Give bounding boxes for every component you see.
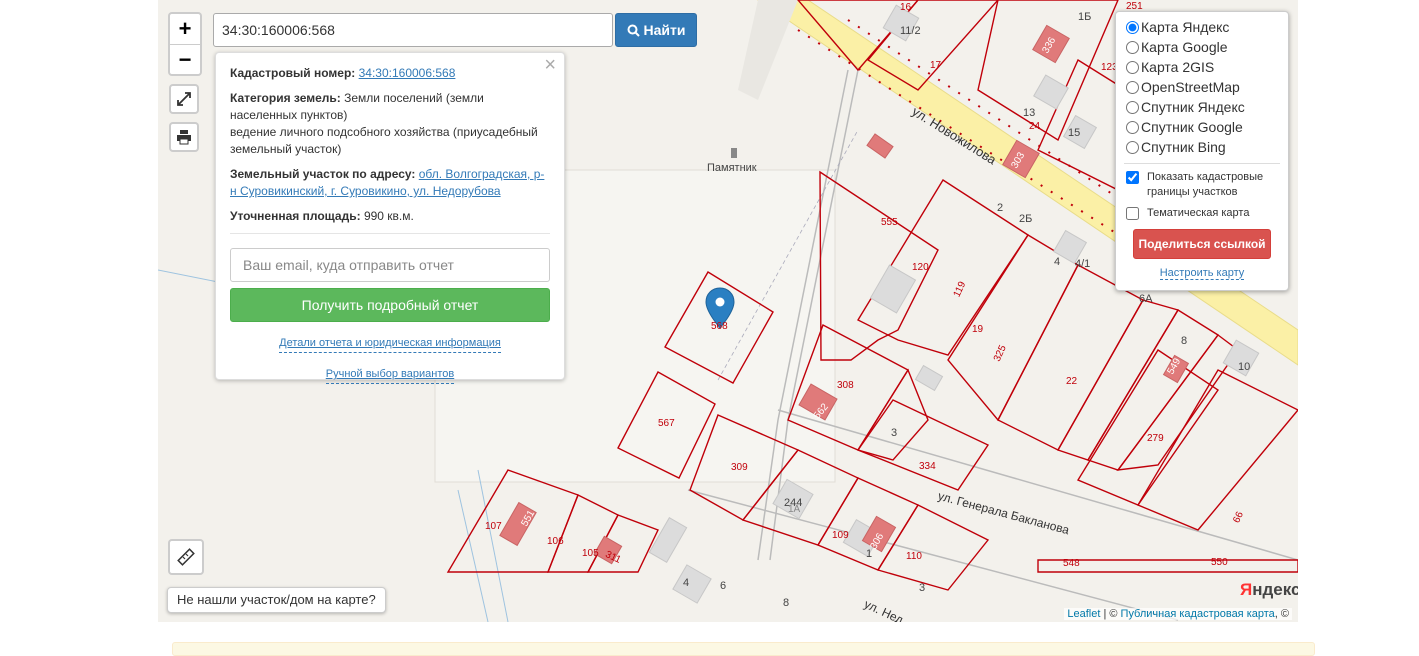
- not-found-button[interactable]: Не нашли участок/дом на карте?: [167, 587, 386, 613]
- report-details-link[interactable]: Детали отчета и юридическая информация: [279, 335, 501, 353]
- zoom-out-button[interactable]: −: [170, 45, 200, 75]
- layer-radio[interactable]: [1126, 20, 1139, 34]
- area-row: Уточненная площадь: 990 кв.м.: [230, 208, 550, 225]
- layer-option-label: OpenStreetMap: [1141, 79, 1240, 95]
- leaflet-link[interactable]: Leaflet: [1067, 608, 1100, 620]
- email-field[interactable]: [230, 248, 550, 282]
- layer-radio[interactable]: [1126, 140, 1139, 154]
- search-icon: [627, 24, 640, 37]
- layer-option[interactable]: Спутник Google: [1124, 117, 1280, 137]
- parcel-info-panel: × Кадастровый номер: 34:30:160006:568 Ка…: [215, 52, 565, 384]
- layer-option-label: Карта Google: [1141, 39, 1228, 55]
- thematic-map-label: Тематическая карта: [1147, 207, 1250, 219]
- layer-option-label: Карта Яндекс: [1141, 19, 1230, 35]
- close-icon[interactable]: ×: [544, 55, 556, 75]
- print-button[interactable]: [169, 122, 199, 152]
- cadastral-number-row: Кадастровый номер: 34:30:160006:568: [230, 65, 550, 82]
- configure-map-link[interactable]: Настроить карту: [1124, 267, 1280, 280]
- address-label: Земельный участок по адресу:: [230, 167, 416, 181]
- search-button-label: Найти: [643, 22, 686, 38]
- attribution-separator: | ©: [1100, 608, 1121, 620]
- measure-button[interactable]: [168, 539, 204, 575]
- layer-option[interactable]: Карта 2GIS: [1124, 57, 1280, 77]
- expand-icon: [177, 92, 191, 106]
- layer-radio[interactable]: [1126, 80, 1139, 94]
- cadastral-number-label: Кадастровый номер:: [230, 66, 356, 80]
- share-link-button[interactable]: Поделиться ссылкой: [1133, 229, 1271, 259]
- notice-strip: [172, 642, 1315, 656]
- layer-option[interactable]: Карта Яндекс: [1124, 17, 1280, 37]
- search-button[interactable]: Найти: [615, 13, 697, 47]
- ruler-icon: [177, 548, 195, 566]
- attribution-tail: , ©: [1274, 608, 1289, 620]
- cadastral-number-link[interactable]: 34:30:160006:568: [359, 66, 456, 80]
- layer-option-label: Спутник Bing: [1141, 139, 1226, 155]
- search-input[interactable]: [213, 13, 613, 47]
- area-label: Уточненная площадь:: [230, 209, 361, 223]
- zoom-control: + −: [168, 12, 202, 76]
- land-usage-value: ведение личного подсобного хозяйства (пр…: [230, 125, 538, 156]
- layer-radio[interactable]: [1126, 40, 1139, 54]
- pkk-link[interactable]: Публичная кадастровая карта: [1121, 608, 1275, 620]
- layer-option-label: Спутник Google: [1141, 119, 1243, 135]
- fullscreen-button[interactable]: [169, 84, 199, 114]
- map-view[interactable]: ул. Новожилова ул. Генерала Бакланова ул…: [158, 0, 1298, 622]
- yandex-logo-first: Я: [1240, 580, 1253, 599]
- layer-radio[interactable]: [1126, 100, 1139, 114]
- land-category-row: Категория земель: Земли поселений (земли…: [230, 90, 550, 158]
- configure-map-label: Настроить карту: [1159, 267, 1245, 280]
- layer-option[interactable]: Спутник Яндекс: [1124, 97, 1280, 117]
- area-value: 990 кв.м.: [363, 209, 414, 223]
- yandex-logo: Яндекс: [1240, 580, 1298, 600]
- divider: [1124, 163, 1280, 164]
- layer-radio[interactable]: [1126, 60, 1139, 74]
- attribution: Leaflet | © Публичная кадастровая карта,…: [1064, 608, 1292, 620]
- show-borders-toggle[interactable]: Показать кадастровые границы участков: [1124, 170, 1280, 200]
- manual-select-link[interactable]: Ручной выбор вариантов: [325, 366, 455, 384]
- yandex-logo-rest: ндекс: [1252, 580, 1298, 599]
- layer-radio[interactable]: [1126, 120, 1139, 134]
- layer-option[interactable]: OpenStreetMap: [1124, 77, 1280, 97]
- thematic-map-toggle[interactable]: Тематическая карта: [1124, 206, 1280, 221]
- layer-option-label: Карта 2GIS: [1141, 59, 1215, 75]
- thematic-map-checkbox[interactable]: [1126, 207, 1139, 220]
- layers-panel: Карта Яндекс Карта Google Карта 2GIS Ope…: [1115, 11, 1289, 291]
- layer-option[interactable]: Карта Google: [1124, 37, 1280, 57]
- show-borders-checkbox[interactable]: [1126, 171, 1139, 184]
- land-category-label: Категория земель:: [230, 91, 341, 105]
- printer-icon: [177, 130, 191, 145]
- address-row: Земельный участок по адресу: обл. Волгог…: [230, 166, 550, 200]
- layer-option-label: Спутник Яндекс: [1141, 99, 1245, 115]
- zoom-in-button[interactable]: +: [170, 14, 200, 45]
- show-borders-label: Показать кадастровые границы участков: [1147, 171, 1264, 198]
- layer-option[interactable]: Спутник Bing: [1124, 137, 1280, 157]
- get-report-button[interactable]: Получить подробный отчет: [230, 288, 550, 322]
